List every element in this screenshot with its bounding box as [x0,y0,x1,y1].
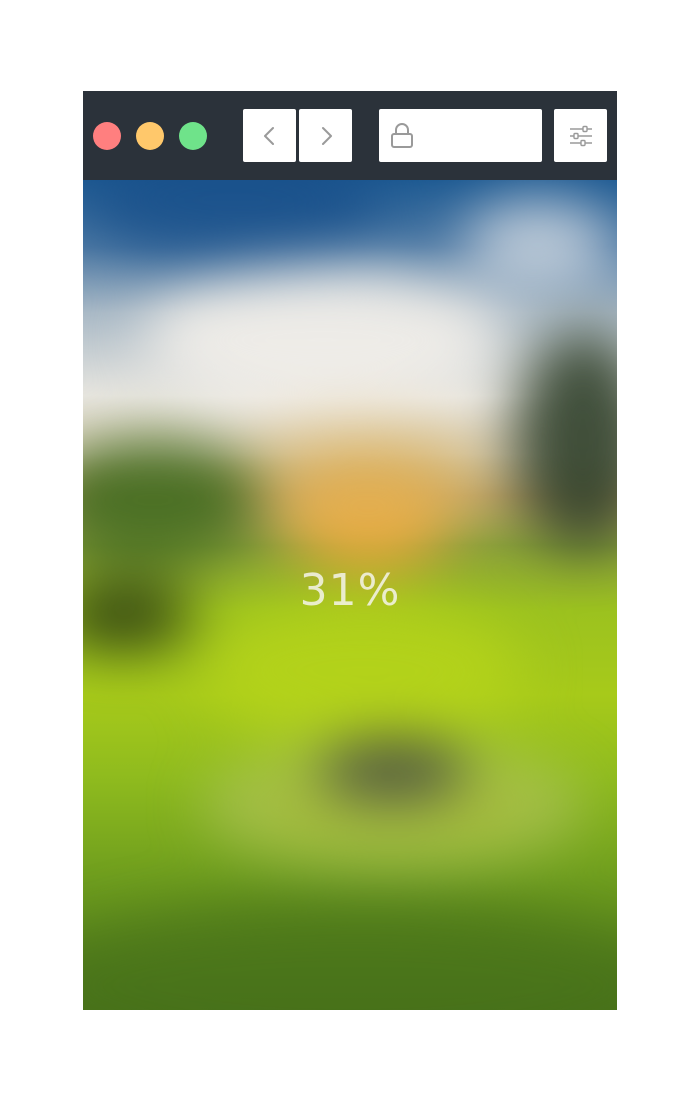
close-window-button[interactable] [93,122,121,150]
back-button[interactable] [243,109,296,162]
settings-button[interactable] [554,109,607,162]
address-bar[interactable] [379,109,542,162]
forward-button[interactable] [299,109,352,162]
minimize-window-button[interactable] [136,122,164,150]
browser-toolbar [83,91,617,180]
chevron-right-icon [321,126,332,145]
page-viewport: 31% [83,180,617,1010]
maximize-window-button[interactable] [179,122,207,150]
lock-icon [389,122,415,150]
sliders-icon [569,125,592,146]
browser-window: 31% [83,91,617,1010]
loading-percent: 31% [299,565,401,616]
chevron-left-icon [263,126,274,145]
